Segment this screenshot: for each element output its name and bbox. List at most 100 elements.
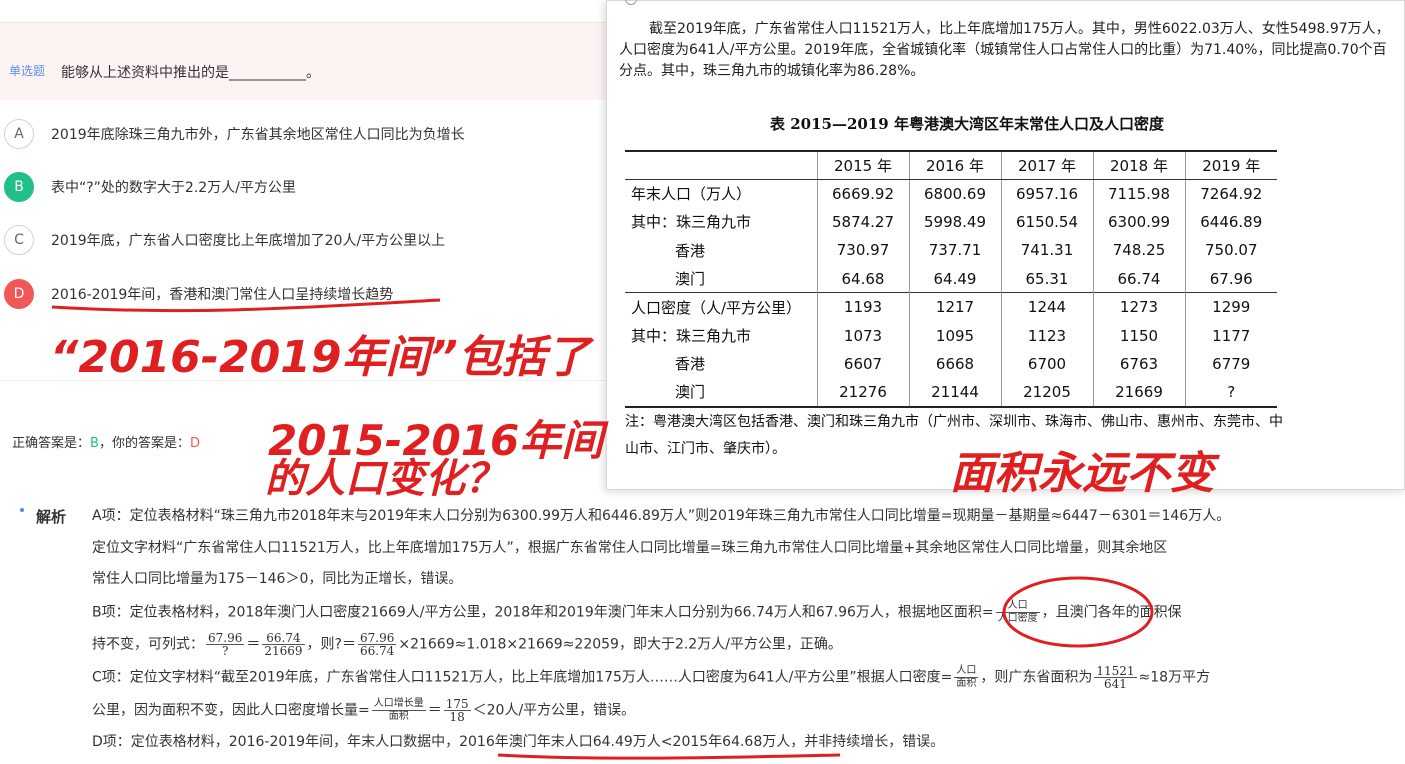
table-row: 人口密度（人/平方公里） 1193 1217 1244 1273 1299 (625, 292, 1277, 322)
table-cell: 7115.98 (1092, 179, 1185, 208)
fraction-growth: 人口增长量 面积 (371, 698, 426, 722)
table-cell: 741.31 (1000, 236, 1093, 265)
table-cell: 6668 (908, 349, 1001, 379)
row-label: 澳门 (675, 270, 706, 288)
answer-summary: 正确答案是：B，你的答案是：D (12, 432, 200, 451)
analysis-line-a2: 定位文字材料“广东省常住人口11521万人，比上年底增加175万人”，根据广东省… (92, 540, 1168, 556)
handnote-2b: 的人口变化？ (265, 456, 505, 502)
analysis-line-c2: 公里，因为面积不变，因此人口密度增长量= 人口增长量 面积＝ 175 18 ＜20人/平方… (92, 698, 635, 723)
table-cell: 21144 (908, 378, 1001, 408)
row-label: 其中：珠三角九市 (631, 327, 752, 346)
your-answer: D (189, 436, 200, 451)
analysis-d1-tail: ，并非持续增长，错误。 (790, 734, 945, 750)
underline-analysis-d (497, 753, 841, 760)
table-row: 年末人口（万人） 6669.92 6800.69 6957.16 7115.98… (625, 179, 1277, 208)
table-cell: 1217 (908, 292, 1001, 322)
analysis-line-a1: A项：定位表格材料“珠三角九市2018年末与2019年末人口分别为6300.99… (92, 508, 1231, 524)
table-cell: 21205 (1000, 378, 1093, 408)
population-table: 2015 年 2016 年 2017 年 2018 年 2019 年 年末人口（… (625, 149, 1277, 408)
table-cell: 21669 (1092, 378, 1185, 408)
analysis-d1-text: D项：定位表格材料，2016-2019年间，年末人口数据中， (92, 734, 460, 750)
analysis-c2-tail: ＜20人/平方公里，错误。 (472, 702, 636, 719)
col-2016: 2016 年 (908, 149, 1001, 180)
option-a[interactable]: A 2019年底除珠三角九市外，广东省其余地区常住人口同比为负增长 (4, 119, 604, 149)
row-label: 香港 (675, 241, 706, 260)
fraction-c-area: 11521 641 (1094, 664, 1137, 691)
material-popup: 截至2019年底，广东省常住人口11521万人，比上年底增加175万人。其中，男… (606, 0, 1405, 490)
table-cell: 1299 (1184, 292, 1277, 322)
table-cell: 1123 (1000, 321, 1093, 350)
question-type-label: 单选题 (9, 64, 46, 78)
table-cell: 1150 (1092, 321, 1185, 350)
handnote-1: “2016-2019年间”包括了 (50, 332, 595, 383)
analysis-c1-tail: ≈18万平方 (1138, 669, 1211, 686)
table-note: 注：粤港澳大湾区包括香港、澳门和珠三角九市（广州市、深圳市、珠海市、佛山市、惠州… (625, 414, 1283, 457)
table-cell: 21276 (816, 378, 909, 408)
table-cell: 1273 (1092, 292, 1185, 322)
row-label: 年末人口（万人） (631, 185, 752, 204)
table-cell: 6446.89 (1184, 207, 1277, 237)
analysis-line-d1: D项：定位表格材料，2016-2019年间，年末人口数据中，2016年澳门年末人… (92, 732, 944, 752)
table-cell: 7264.92 (1184, 179, 1277, 208)
table-cell: 1073 (816, 321, 909, 350)
option-c[interactable]: C 2019年底，广东省人口密度比上年底增加了20人/平方公里以上 (4, 225, 604, 255)
analysis-bullet (20, 508, 24, 512)
table-cell: 6150.54 (1000, 207, 1093, 237)
table-cell: 6763 (1092, 349, 1185, 379)
analysis-b1-tail: ，且澳门各年的面积保 (1041, 604, 1182, 621)
table-cell: 65.31 (1000, 264, 1093, 293)
analysis-b1-text: B项：定位表格材料，2018年澳门人口密度21669人/平方公里，2018年和2… (92, 604, 994, 621)
table-cell: 6700 (1000, 349, 1093, 379)
table-title: 表 2015—2019 年粤港澳大湾区年末常住人口及人口密度 (770, 115, 1164, 133)
fraction-b2: 66.74 21669 (262, 631, 305, 658)
col-2017: 2017 年 (1000, 149, 1093, 180)
option-b-letter: B (4, 172, 34, 202)
option-c-letter: C (4, 225, 34, 255)
answer-prefix: 正确答案是： (12, 436, 91, 451)
analysis-line-b1: B项：定位表格材料，2018年澳门人口密度21669人/平方公里，2018年和2… (92, 600, 1182, 625)
table-cell: 1193 (816, 292, 909, 322)
table-row: 澳门 64.68 64.49 65.31 66.74 67.96 (625, 264, 1277, 293)
analysis-c1-text: C项：定位文字材料“截至2019年底，广东省常住人口11521万人，比上年底增加… (92, 669, 953, 686)
table-cell: 5874.27 (816, 207, 909, 237)
option-d-letter: D (4, 279, 34, 309)
fraction-density: 人口 面积 (954, 665, 979, 689)
table-cell: 6669.92 (816, 179, 909, 208)
row-label: 其中：珠三角九市 (631, 213, 752, 232)
option-b-text: 表中“?”处的数字大于2.2万人/平方公里 (51, 180, 296, 196)
table-row: 香港 6607 6668 6700 6763 6779 (625, 349, 1277, 379)
fraction-b1: 67.96? (206, 631, 245, 658)
table-row: 其中：珠三角九市 5874.27 5998.49 6150.54 6300.99… (625, 207, 1277, 237)
table-cell: 6607 (816, 349, 909, 379)
analysis-c2-text: 公里，因为面积不变，因此人口密度增长量= (92, 702, 370, 719)
analysis-c2-eq: ＝ (427, 702, 442, 719)
col-2019: 2019 年 (1184, 149, 1277, 180)
table-cell: 6800.69 (908, 179, 1001, 208)
table-cell: 1095 (908, 321, 1001, 350)
analysis-b2-tail: ×21669≈1.018×21669≈22059，即大于2.2万人/平方公里，正… (398, 636, 842, 653)
table-cell: 1177 (1184, 321, 1277, 350)
row-label: 人口密度（人/平方公里） (625, 292, 817, 322)
table-cell: 730.97 (816, 236, 909, 265)
analysis-c1-mid: ，则广东省面积为 (980, 669, 1093, 686)
analysis-line-a3: 常住人口同比增量为175－146＞0，同比为正增长，错误。 (92, 571, 463, 587)
table-cell: 1244 (1000, 292, 1093, 322)
table-row: 其中：珠三角九市 1073 1095 1123 1150 1177 (625, 321, 1277, 350)
popup-close-icon[interactable] (625, 0, 637, 5)
table-row: 香港 730.97 737.71 741.31 748.25 750.07 (625, 236, 1277, 265)
table-cell: 64.49 (908, 264, 1001, 293)
analysis-d1-highlight: 2016年澳门年末人口64.49万人<2015年64.68万人 (459, 734, 791, 750)
analysis-b2-text: 持不变，可列式： (92, 636, 204, 653)
option-c-text: 2019年底，广东省人口密度比上年底增加了20人/平方公里以上 (51, 233, 446, 249)
table-cell: 66.74 (1092, 264, 1185, 293)
col-2015: 2015 年 (816, 149, 909, 180)
analysis-line-c1: C项：定位文字材料“截至2019年底，广东省常住人口11521万人，比上年底增加… (92, 665, 1210, 690)
question-text: 能够从上述资料中推出的是___________。 (61, 65, 320, 81)
fraction-area: 人口 人口密度 (995, 600, 1040, 624)
row-label: 香港 (675, 355, 706, 374)
option-b[interactable]: B 表中“?”处的数字大于2.2万人/平方公里 (4, 172, 604, 202)
analysis-b2-mid: ，则?＝ (306, 636, 356, 653)
fraction-b3: 67.96 66.74 (357, 631, 397, 658)
divider (0, 380, 606, 381)
option-d[interactable]: D 2016-2019年间，香港和澳门常住人口呈持续增长趋势 (4, 279, 604, 309)
